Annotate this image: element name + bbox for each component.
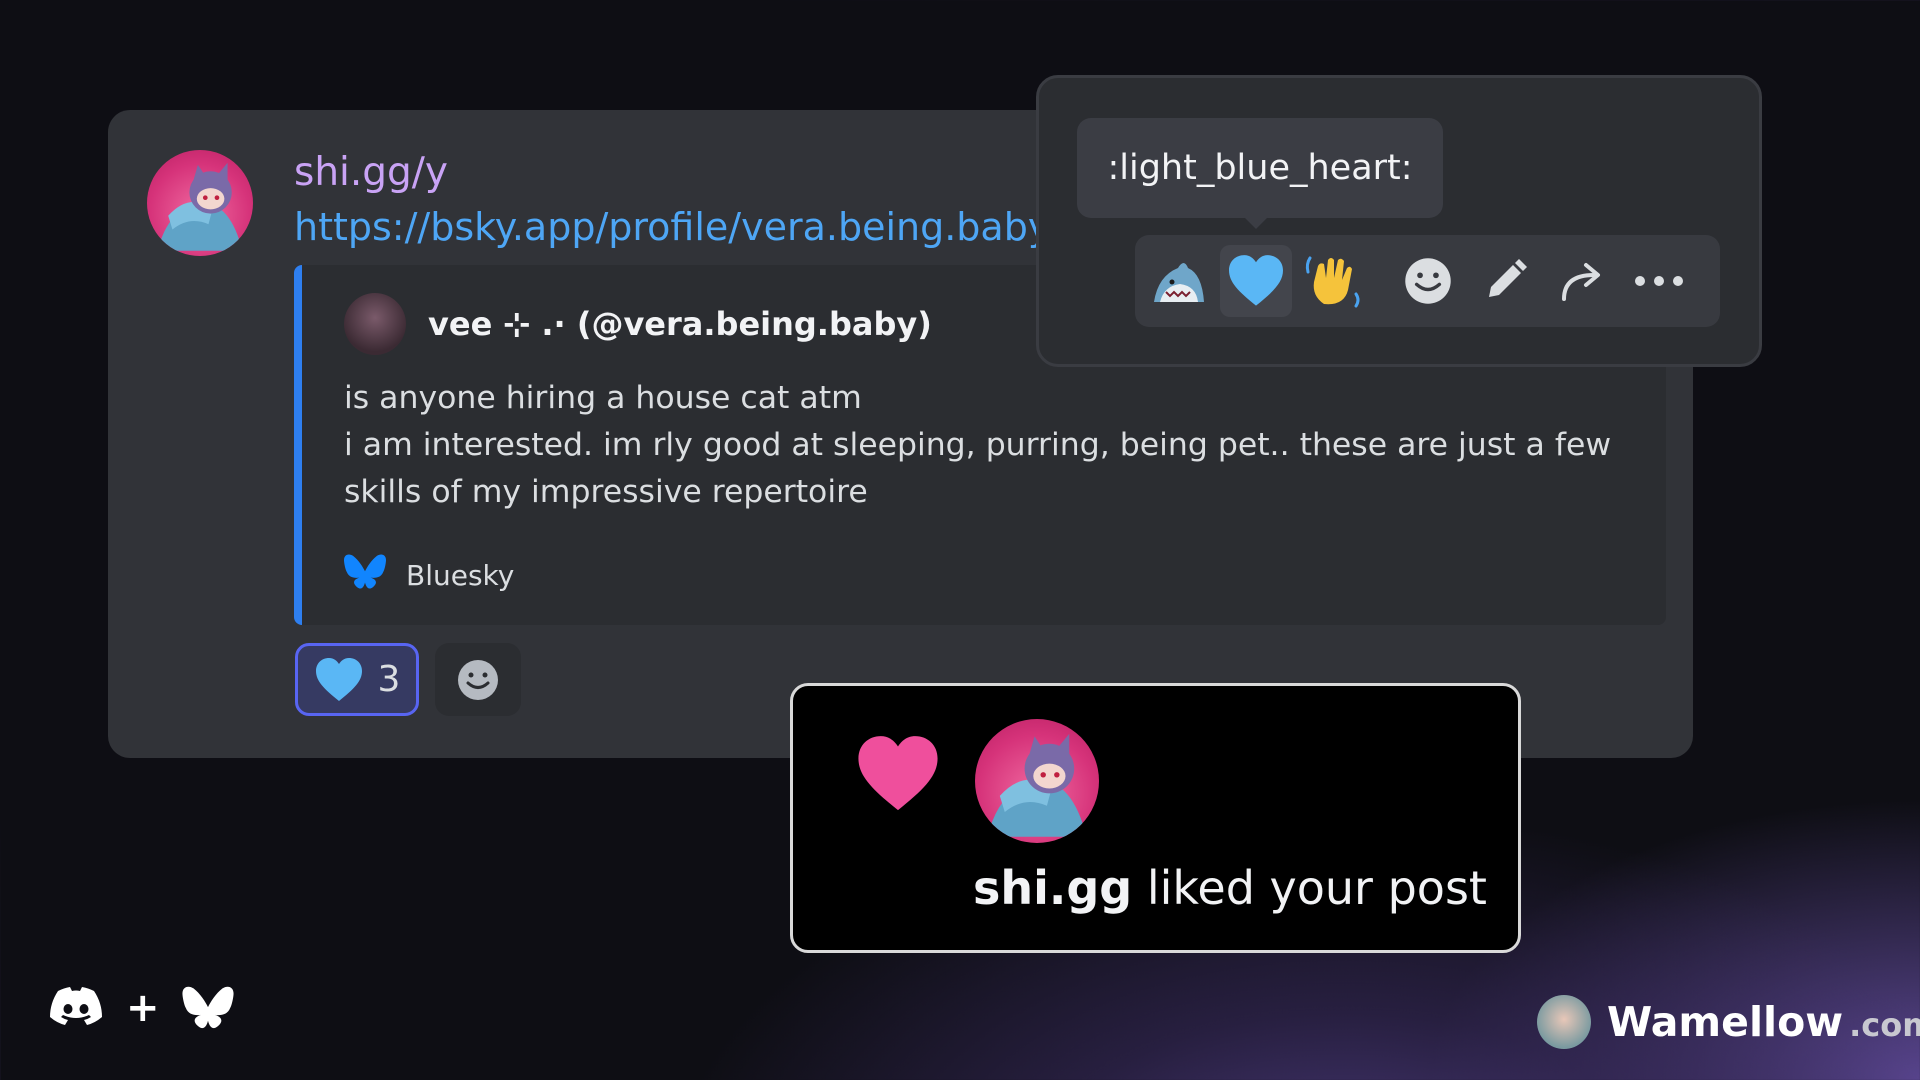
like-notification: shi.gg liked your post [790,683,1521,953]
reaction-count: 3 [377,659,401,700]
quick-reaction-shark[interactable] [1143,245,1215,317]
reaction-light-blue-heart[interactable]: 3 [295,643,419,716]
brand-avatar [1537,995,1591,1049]
light-blue-heart-icon [1229,255,1283,306]
user-avatar[interactable] [147,150,253,256]
notification-text: shi.gg liked your post [973,861,1487,915]
plus-sign: + [126,985,160,1031]
platform-logos: + [48,985,234,1031]
pencil-icon [1489,259,1527,297]
more-dots-icon [1635,276,1683,286]
butterfly-icon [181,986,234,1029]
wamellow-brand[interactable]: Wamellow .com [1537,995,1920,1049]
brand-name: Wamellow [1607,998,1844,1046]
brand-tld: .com [1849,1006,1920,1044]
embed-description: is anyone hiring a house cat atm i am in… [344,375,1644,516]
more-button[interactable] [1623,245,1695,317]
add-reaction-toolbar-button[interactable] [1392,245,1464,317]
message-toolbar [1135,235,1720,327]
embed-footer-text: Bluesky [406,559,515,592]
embed-author-avatar [344,293,406,355]
edit-button[interactable] [1469,245,1541,317]
pink-heart-icon [858,736,938,811]
tooltip-arrow [1244,217,1268,229]
embed-footer: Bluesky [344,553,514,598]
notification-user: shi.gg [973,861,1133,915]
embed-line-2: i am interested. im rly good at sleeping… [344,427,1612,510]
message-username[interactable]: shi.gg/y [294,150,448,195]
quick-reaction-light-blue-heart[interactable] [1220,245,1292,317]
shark-icon [1154,263,1204,302]
notification-avatar [975,719,1099,843]
butterfly-icon [344,553,386,598]
quick-reaction-wave[interactable] [1297,245,1369,317]
reply-button[interactable] [1546,245,1618,317]
notification-action: liked your post [1146,861,1487,915]
discord-icon [50,987,102,1025]
reply-arrow-icon [1562,263,1600,301]
add-reaction-button[interactable] [435,643,521,716]
message-link[interactable]: https://bsky.app/profile/vera.being.baby… [294,205,1087,249]
embed-author[interactable]: vee ⊹ .· (@vera.being.baby) [428,305,932,343]
light-blue-heart-icon [315,657,362,701]
smiley-icon [458,659,498,700]
emoji-tooltip: :light_blue_heart: [1077,118,1443,218]
waving-hand-icon [1305,256,1360,308]
smiley-icon [1405,258,1451,304]
embed-line-1: is anyone hiring a house cat atm [344,380,862,416]
